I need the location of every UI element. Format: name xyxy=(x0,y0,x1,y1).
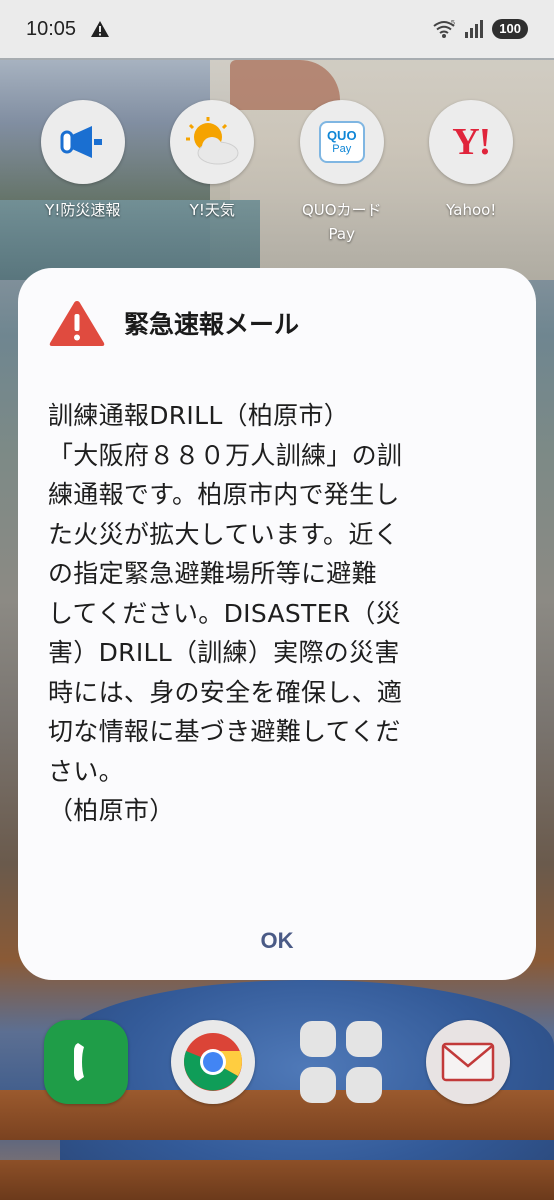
network-badge: 5 xyxy=(451,20,455,27)
app-label: Yahoo! xyxy=(446,201,497,219)
megaphone-icon[interactable] xyxy=(40,100,125,184)
app-drawer-cell xyxy=(345,1067,382,1103)
weather-sun-cloud-icon[interactable] xyxy=(170,100,255,184)
dialog-header: 緊急速報メール xyxy=(48,298,506,348)
app-weather[interactable]: Y!天気 xyxy=(152,100,272,246)
alert-message: 訓練通報DRILL（柏原市） 「大阪府８８０万人訓練」の訓 練通報です。柏原市内… xyxy=(48,401,403,825)
app-bosai[interactable]: Y!防災速報 xyxy=(23,100,143,246)
app-drawer-cell xyxy=(345,1021,382,1057)
app-quo-pay[interactable]: QUO Pay QUOカード Pay xyxy=(282,100,402,246)
alert-notification-icon xyxy=(91,21,110,37)
app-yahoo[interactable]: Y! Yahoo! xyxy=(411,100,531,246)
warning-icon xyxy=(49,301,105,346)
phone-icon[interactable] xyxy=(43,1020,128,1104)
dock xyxy=(0,1020,554,1104)
status-bar: 10:05 5 100 xyxy=(0,0,554,58)
battery-indicator: 100 xyxy=(492,19,528,39)
quo-icon-text: QUO xyxy=(326,127,357,143)
ok-button[interactable]: OK xyxy=(18,920,536,962)
emergency-alert-dialog: 緊急速報メール 訓練通報DRILL（柏原市） 「大阪府８８０万人訓練」の訓 練通… xyxy=(18,268,536,980)
app-drawer-cell xyxy=(299,1067,336,1103)
pay-icon-text: Pay xyxy=(332,142,352,155)
home-app-row: Y!防災速報 Y!天気 QUO Pay QUOカード Pay Y! Yahoo! xyxy=(0,100,554,246)
signal-icon xyxy=(465,20,484,38)
yahoo-icon-text: Y! xyxy=(452,121,491,163)
mail-icon[interactable] xyxy=(426,1020,511,1104)
app-drawer-icon[interactable] xyxy=(299,1020,383,1104)
status-time: 10:05 xyxy=(26,17,77,40)
dialog-title: 緊急速報メール xyxy=(124,310,300,339)
wifi-icon: 5 xyxy=(433,20,455,38)
app-label: Y!防災速報 xyxy=(45,201,121,219)
yahoo-icon[interactable]: Y! xyxy=(429,100,514,184)
app-label: Y!天気 xyxy=(189,201,235,219)
chrome-icon[interactable] xyxy=(171,1020,256,1104)
app-drawer-cell xyxy=(299,1021,336,1057)
quo-card-pay-icon[interactable]: QUO Pay xyxy=(299,100,384,184)
wallpaper-bench-lower xyxy=(0,1160,554,1200)
app-label: QUOカード Pay xyxy=(301,201,382,243)
